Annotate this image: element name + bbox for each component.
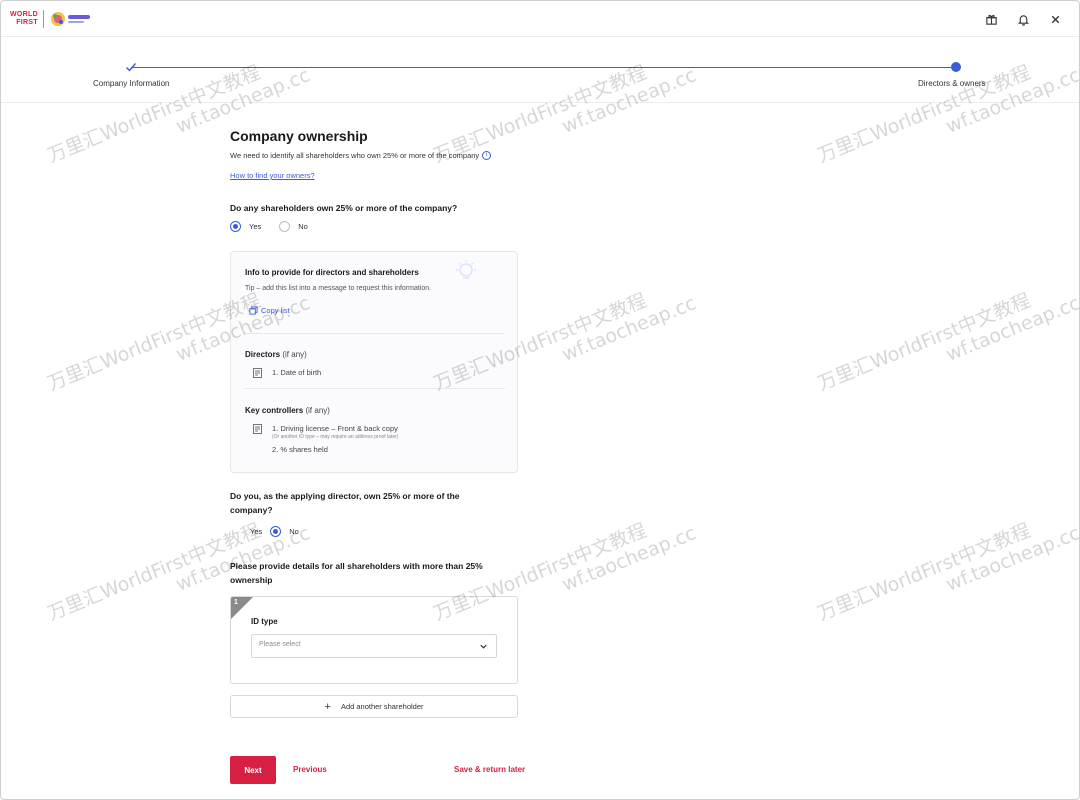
checkmark-icon	[126, 63, 137, 72]
radio-label: Yes	[250, 527, 263, 536]
copy-list-label: Copy list	[261, 306, 290, 315]
copy-list-button[interactable]: Copy list	[249, 306, 290, 315]
controllers-item-1: 1. Driving license – Front & back copy	[272, 424, 398, 433]
close-icon[interactable]	[1045, 9, 1065, 29]
save-return-later-button[interactable]: Save & return later	[454, 765, 525, 774]
shareholder-card: 1 ID type Please select	[230, 596, 518, 684]
document-icon	[253, 368, 262, 378]
watermark: 万里汇WorldFirst中文教程wf.taocheap.cc	[814, 519, 1080, 626]
previous-button[interactable]: Previous	[293, 765, 327, 774]
info-card-title: Info to provide for directors and shareh…	[245, 268, 419, 277]
subtitle-text: We need to identify all shareholders who…	[230, 151, 480, 160]
controllers-item-2: 2. % shares held	[272, 445, 328, 454]
chevron-down-icon	[480, 644, 487, 649]
directors-item-text: 1. Date of birth	[272, 368, 322, 377]
page-title: Company ownership	[230, 128, 368, 144]
copy-icon	[249, 306, 258, 315]
logo-line-1: WORLD	[10, 11, 38, 18]
radio-no-q2[interactable]: No	[270, 526, 299, 537]
current-step-dot	[951, 62, 961, 72]
controllers-heading-text: Key controllers	[245, 406, 304, 415]
radio-yes-q2[interactable]: Yes	[230, 527, 262, 536]
next-button[interactable]: Next	[230, 756, 276, 784]
top-actions	[981, 9, 1065, 29]
add-shareholder-label: Add another shareholder	[340, 702, 424, 711]
shareholder-index: 1	[234, 599, 238, 606]
app-window: WORLD FIRST Company Information Director…	[0, 0, 1080, 800]
gift-icon[interactable]	[981, 9, 1001, 29]
info-card-tip: Tip – add this list into a message to re…	[245, 285, 432, 292]
step-company-information[interactable]: Company Information	[93, 79, 169, 88]
add-shareholder-button[interactable]: + Add another shareholder	[230, 695, 518, 718]
top-bar: WORLD FIRST	[1, 1, 1079, 37]
bell-icon[interactable]	[1013, 9, 1033, 29]
controllers-item-1-note: (Or another ID type – may require an add…	[272, 434, 399, 440]
prompt-line-2: ownership	[230, 575, 273, 585]
prompt-line-1: Please provide details for all sharehold…	[230, 561, 483, 571]
radio-button-selected[interactable]	[230, 221, 241, 232]
radio-label: No	[289, 527, 299, 536]
radio-group-q1: Yes No	[230, 221, 326, 232]
directors-item: 1. Date of birth	[253, 368, 321, 378]
question-shareholders-25: Do any shareholders own 25% or more of t…	[230, 203, 458, 213]
id-type-placeholder: Please select	[259, 641, 301, 648]
partner-badge-icon	[50, 12, 90, 26]
radio-label: No	[298, 222, 308, 231]
plus-icon: +	[324, 700, 331, 713]
radio-no-q1[interactable]: No	[279, 221, 308, 232]
controllers-item: 1. Driving license – Front & back copy (…	[253, 424, 398, 454]
info-card: Info to provide for directors and shareh…	[230, 251, 518, 473]
directors-heading: Directors (if any)	[245, 350, 307, 359]
logo-divider	[42, 10, 44, 28]
controllers-heading: Key controllers (if any)	[245, 406, 330, 415]
directors-note: (if any)	[282, 350, 307, 359]
worldfirst-logo: WORLD FIRST	[10, 9, 95, 29]
question-applying-director: Do you, as the applying director, own 25…	[230, 489, 460, 517]
progress-stepper: Company Information Directors & owners	[1, 37, 1079, 103]
divider	[245, 388, 505, 389]
controllers-note: (if any)	[305, 406, 330, 415]
watermark: 万里汇WorldFirst中文教程wf.taocheap.cc	[814, 289, 1080, 396]
question-line-1: Do you, as the applying director, own 25…	[230, 491, 460, 501]
radio-button-selected[interactable]	[270, 526, 282, 537]
directors-heading-text: Directors	[245, 350, 281, 359]
id-type-label: ID type	[251, 617, 278, 626]
divider	[245, 333, 505, 334]
page-subtitle: We need to identify all shareholders who…	[230, 151, 492, 160]
radio-label: Yes	[249, 222, 262, 231]
radio-group-q2: Yes No	[230, 526, 317, 537]
id-type-select[interactable]: Please select	[251, 634, 497, 658]
lightbulb-icon	[456, 260, 476, 279]
stepper-line	[131, 67, 957, 68]
radio-button[interactable]	[279, 221, 291, 232]
shareholders-prompt: Please provide details for all sharehold…	[230, 559, 483, 587]
step-directors-owners[interactable]: Directors & owners	[918, 79, 986, 88]
document-icon	[253, 424, 262, 434]
logo-line-2: FIRST	[16, 19, 38, 26]
info-icon[interactable]: i	[482, 151, 492, 160]
question-line-2: company?	[230, 505, 273, 515]
radio-yes-q1[interactable]: Yes	[230, 221, 261, 232]
help-link[interactable]: How to find your owners?	[230, 171, 315, 180]
